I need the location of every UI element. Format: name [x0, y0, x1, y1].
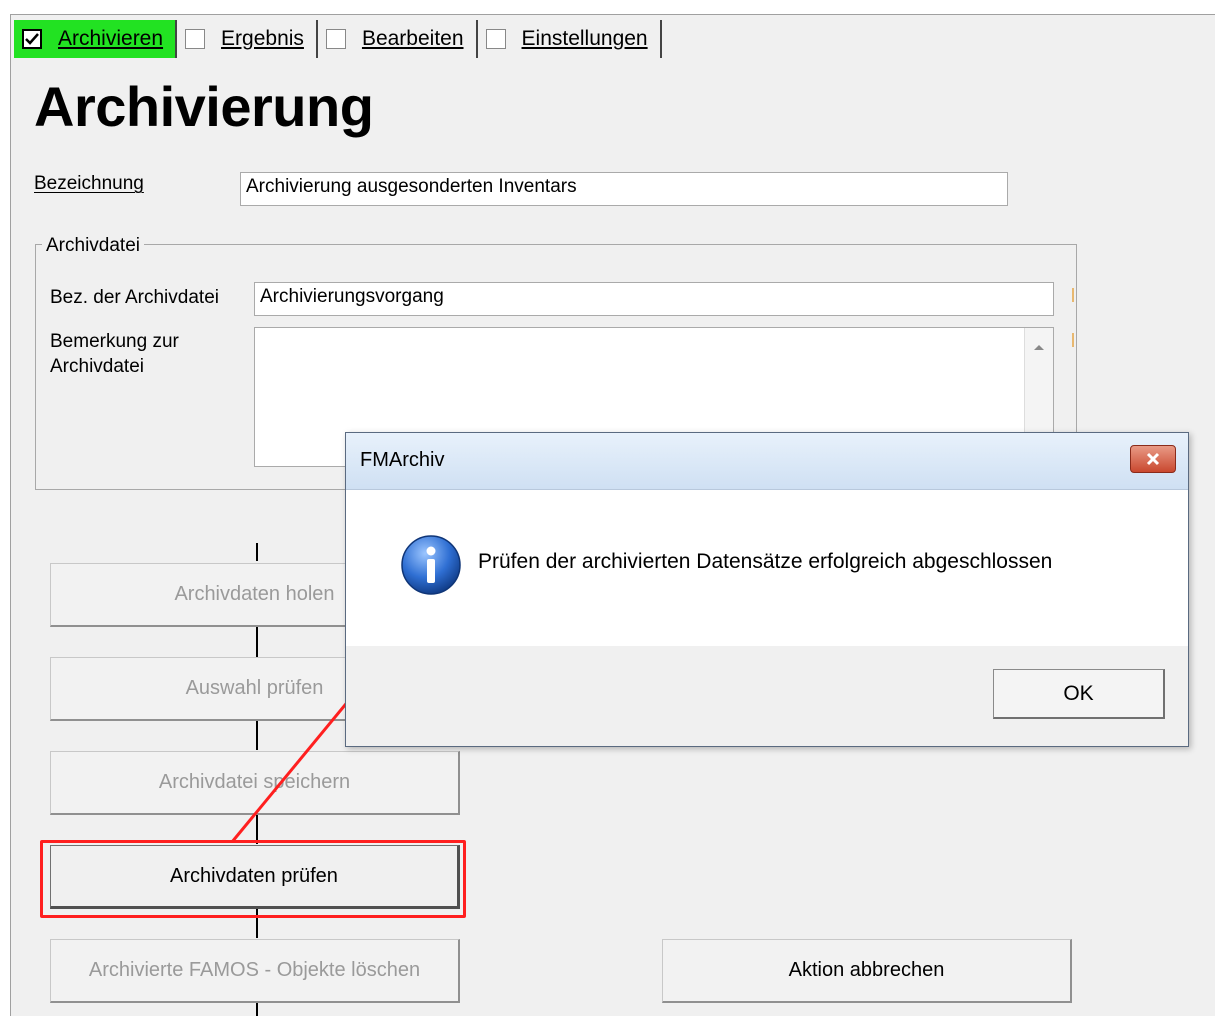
- dialog-message: Prüfen der archivierten Datensätze erfol…: [478, 550, 1053, 573]
- dialog-footer: OK: [346, 646, 1188, 746]
- message-dialog: FMArchiv Prüfen der archivierten Datensä…: [345, 432, 1189, 747]
- close-button[interactable]: [1130, 445, 1176, 473]
- dialog-title: FMArchiv: [360, 449, 445, 471]
- dialog-titlebar[interactable]: FMArchiv: [346, 433, 1188, 490]
- close-icon: [1146, 452, 1160, 466]
- ok-button[interactable]: OK: [993, 669, 1165, 719]
- information-icon: [401, 535, 461, 595]
- dialog-body: Prüfen der archivierten Datensätze erfol…: [346, 490, 1188, 646]
